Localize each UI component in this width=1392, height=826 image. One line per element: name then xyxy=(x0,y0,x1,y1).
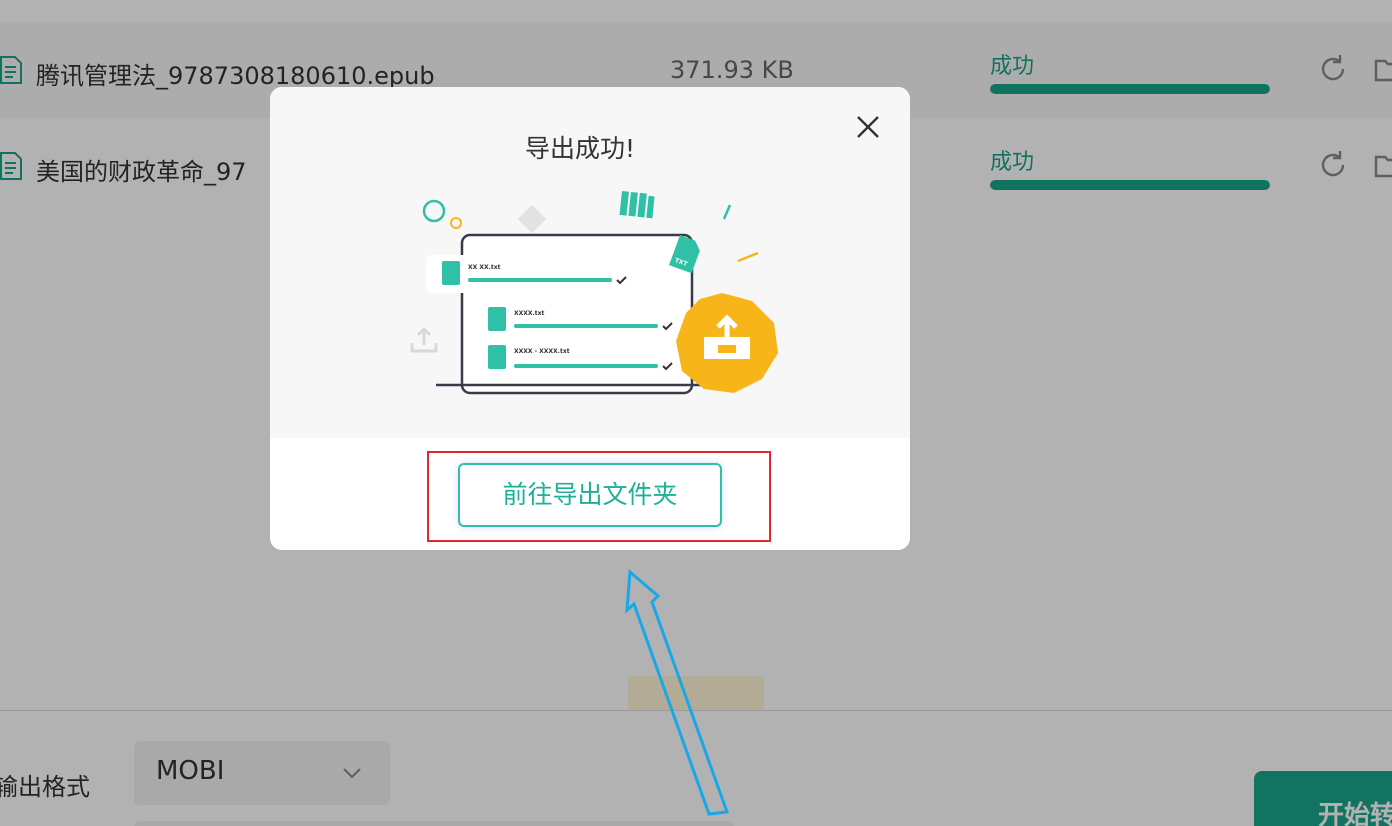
decor-diamond xyxy=(517,204,547,234)
decor-circle xyxy=(450,217,462,229)
books-icon xyxy=(619,191,655,219)
svg-text:XXXX - XXXX.txt: XXXX - XXXX.txt xyxy=(514,348,570,355)
upload-icon-small xyxy=(410,326,438,353)
dialog-title: 导出成功! xyxy=(524,134,636,163)
svg-text:XX XX.txt: XX XX.txt xyxy=(468,264,501,271)
open-export-folder-label: 前往导出文件夹 xyxy=(502,480,678,509)
open-export-folder-button[interactable]: 前往导出文件夹 xyxy=(458,463,722,527)
close-icon[interactable] xyxy=(852,111,884,143)
decor-line xyxy=(737,251,759,263)
export-success-illustration: XX XX.txt XXXX.txt XXXX - XXXX.txt TXT xyxy=(410,191,778,395)
svg-text:XXXX.txt: XXXX.txt xyxy=(514,310,545,317)
export-success-dialog: 导出成功! XX XX.txt XXXX.txt XXXX - XXXX.txt… xyxy=(270,87,910,550)
app-window: 腾讯管理法_9787308180610.epub 371.93 KB 成功 美国… xyxy=(0,0,1392,826)
decor-circle xyxy=(422,199,446,223)
decor-line xyxy=(722,204,732,220)
